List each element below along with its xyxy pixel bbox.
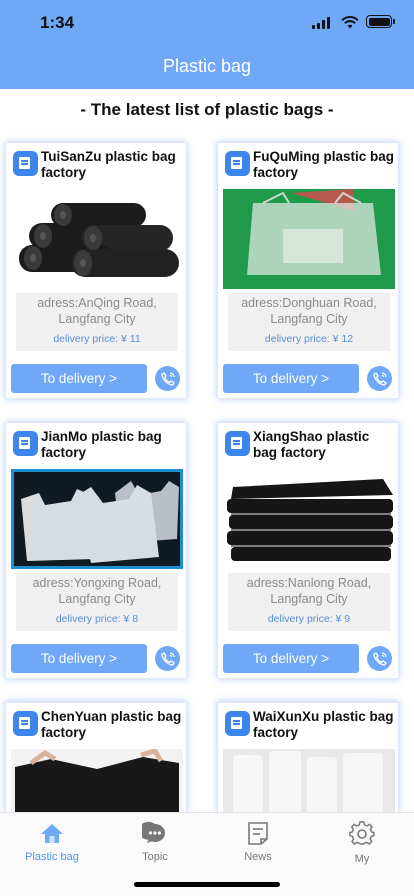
delivery-price: delivery price: ¥ 8 xyxy=(55,613,139,625)
factory-name: TuiSanZu plastic bag factory xyxy=(41,149,176,180)
factory-logo-icon xyxy=(225,431,250,456)
phone-call-icon[interactable] xyxy=(367,366,392,391)
factory-card[interactable]: FuQuMing plastic bag factory adress:Dong… xyxy=(217,142,399,399)
factory-info-box: adress:AnQing Road, Langfang City delive… xyxy=(16,293,178,351)
list-heading: - The latest list of plastic bags - xyxy=(80,100,334,119)
home-icon xyxy=(41,824,63,843)
factory-card[interactable]: XiangShao plastic bag factory adress:Nan… xyxy=(217,422,399,679)
wifi-icon xyxy=(341,16,359,29)
delivery-price: delivery price: ¥ 12 xyxy=(264,333,354,345)
status-time: 1:34 xyxy=(40,13,75,32)
to-delivery-button[interactable]: To delivery > xyxy=(11,364,147,393)
factory-logo-icon xyxy=(13,151,38,176)
product-image-black-bag-held xyxy=(11,749,183,815)
phone-call-icon[interactable] xyxy=(155,646,180,671)
factory-address: adress:AnQing Road, Langfang City xyxy=(37,296,157,326)
page-title: Plastic bag xyxy=(162,56,252,76)
product-image-white-tshirt-bags xyxy=(11,469,183,569)
tab-news[interactable]: News xyxy=(218,821,298,863)
factory-info-box: adress:Donghuan Road, Langfang City deli… xyxy=(228,293,390,351)
to-delivery-button[interactable]: To delivery > xyxy=(223,644,359,673)
delivery-price: delivery price: ¥ 9 xyxy=(267,613,351,625)
factory-card[interactable]: WaiXunXu plastic bag factory xyxy=(217,702,399,815)
gear-icon xyxy=(349,821,375,845)
factory-name: JianMo plastic bag factory xyxy=(41,429,162,460)
to-delivery-button[interactable]: To delivery > xyxy=(11,644,147,673)
tab-my[interactable]: My xyxy=(322,821,402,865)
product-image-black-bag-rolls xyxy=(11,189,183,289)
factory-address: adress:Donghuan Road, Langfang City xyxy=(241,296,377,326)
factory-info-box: adress:Yongxing Road, Langfang City deli… xyxy=(16,573,178,631)
factory-info-box: adress:Nanlong Road, Langfang City deliv… xyxy=(228,573,390,631)
factory-card[interactable]: JianMo plastic bag factory adress:Yongxi… xyxy=(5,422,187,679)
phone-call-icon[interactable] xyxy=(155,366,180,391)
factory-name: XiangShao plastic bag factory xyxy=(253,429,370,460)
tab-topic[interactable]: Topic xyxy=(115,821,195,863)
status-bar: 1:34 xyxy=(0,0,414,44)
tab-label: Plastic bag xyxy=(25,851,79,863)
factory-logo-icon xyxy=(13,431,38,456)
factory-name: FuQuMing plastic bag factory xyxy=(253,149,394,180)
tab-plastic-bag[interactable]: Plastic bag xyxy=(12,821,92,863)
factory-logo-icon xyxy=(225,151,250,176)
cellular-signal-icon xyxy=(312,17,332,29)
factory-address: adress:Nanlong Road, Langfang City xyxy=(246,576,372,606)
tab-label: Topic xyxy=(142,851,168,863)
battery-icon xyxy=(366,15,395,28)
delivery-price: delivery price: ¥ 11 xyxy=(53,333,141,345)
chat-bubble-icon xyxy=(142,821,165,843)
factory-name: WaiXunXu plastic bag factory xyxy=(253,709,394,740)
product-image-clear-bag-rolls xyxy=(223,749,395,815)
phone-call-icon[interactable] xyxy=(367,646,392,671)
home-indicator[interactable] xyxy=(134,882,280,887)
product-image-black-bag-stack xyxy=(223,469,395,569)
factory-card[interactable]: ChenYuan plastic bag factory xyxy=(5,702,187,815)
news-icon xyxy=(248,822,268,845)
header-bar: 1:34 Plastic bag xyxy=(0,0,414,89)
factory-name: ChenYuan plastic bag factory xyxy=(41,709,182,740)
product-image-clear-bag-on-green xyxy=(223,189,395,289)
tab-label: News xyxy=(244,851,272,863)
factory-address: adress:Yongxing Road, Langfang City xyxy=(32,576,162,606)
factory-logo-icon xyxy=(225,711,250,736)
to-delivery-button[interactable]: To delivery > xyxy=(223,364,359,393)
factory-card[interactable]: TuiSanZu plastic bag factory adress:AnQi… xyxy=(5,142,187,399)
factory-logo-icon xyxy=(13,711,38,736)
tab-label: My xyxy=(354,853,370,865)
